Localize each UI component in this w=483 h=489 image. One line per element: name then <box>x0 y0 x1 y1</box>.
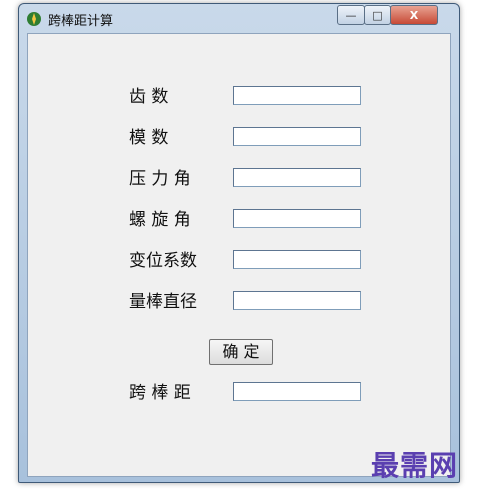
window-title: 跨棒距计算 <box>48 14 114 29</box>
pin-diameter-row: 量棒直径 <box>28 290 450 314</box>
shift-coefficient-label: 变位系数 <box>129 251 197 271</box>
confirm-button[interactable]: 确 定 <box>209 339 273 365</box>
result-output[interactable] <box>233 382 361 401</box>
shift-coefficient-input[interactable] <box>233 250 361 269</box>
close-button[interactable]: X <box>390 5 438 25</box>
module-row: 模 数 <box>28 126 450 150</box>
pressure-angle-row: 压 力 角 <box>28 167 450 191</box>
pressure-angle-label: 压 力 角 <box>129 169 191 189</box>
pin-diameter-label: 量棒直径 <box>129 292 197 312</box>
teeth-label: 齿 数 <box>129 87 169 107</box>
minimize-button[interactable]: — <box>337 5 365 25</box>
shift-coefficient-row: 变位系数 <box>28 249 450 273</box>
watermark-logo: 最需网 <box>371 449 459 482</box>
pressure-angle-input[interactable] <box>233 168 361 187</box>
app-window: 跨棒距计算 — □ X 齿 数 模 数 压 力 角 螺 旋 角 变位系数 量棒直… <box>18 3 460 483</box>
result-row: 跨 棒 距 <box>28 381 450 405</box>
teeth-row: 齿 数 <box>28 85 450 109</box>
dialog-body: 齿 数 模 数 压 力 角 螺 旋 角 变位系数 量棒直径 确 定 跨 棒 距 <box>27 33 451 477</box>
title-bar[interactable]: 跨棒距计算 — □ X <box>19 4 459 32</box>
result-label: 跨 棒 距 <box>129 383 191 403</box>
helix-angle-label: 螺 旋 角 <box>129 210 191 230</box>
teeth-input[interactable] <box>233 86 361 105</box>
maximize-button[interactable]: □ <box>364 5 391 25</box>
module-input[interactable] <box>233 127 361 146</box>
pin-diameter-input[interactable] <box>233 291 361 310</box>
module-label: 模 数 <box>129 128 169 148</box>
helix-angle-input[interactable] <box>233 209 361 228</box>
helix-angle-row: 螺 旋 角 <box>28 208 450 232</box>
app-icon <box>27 12 41 26</box>
